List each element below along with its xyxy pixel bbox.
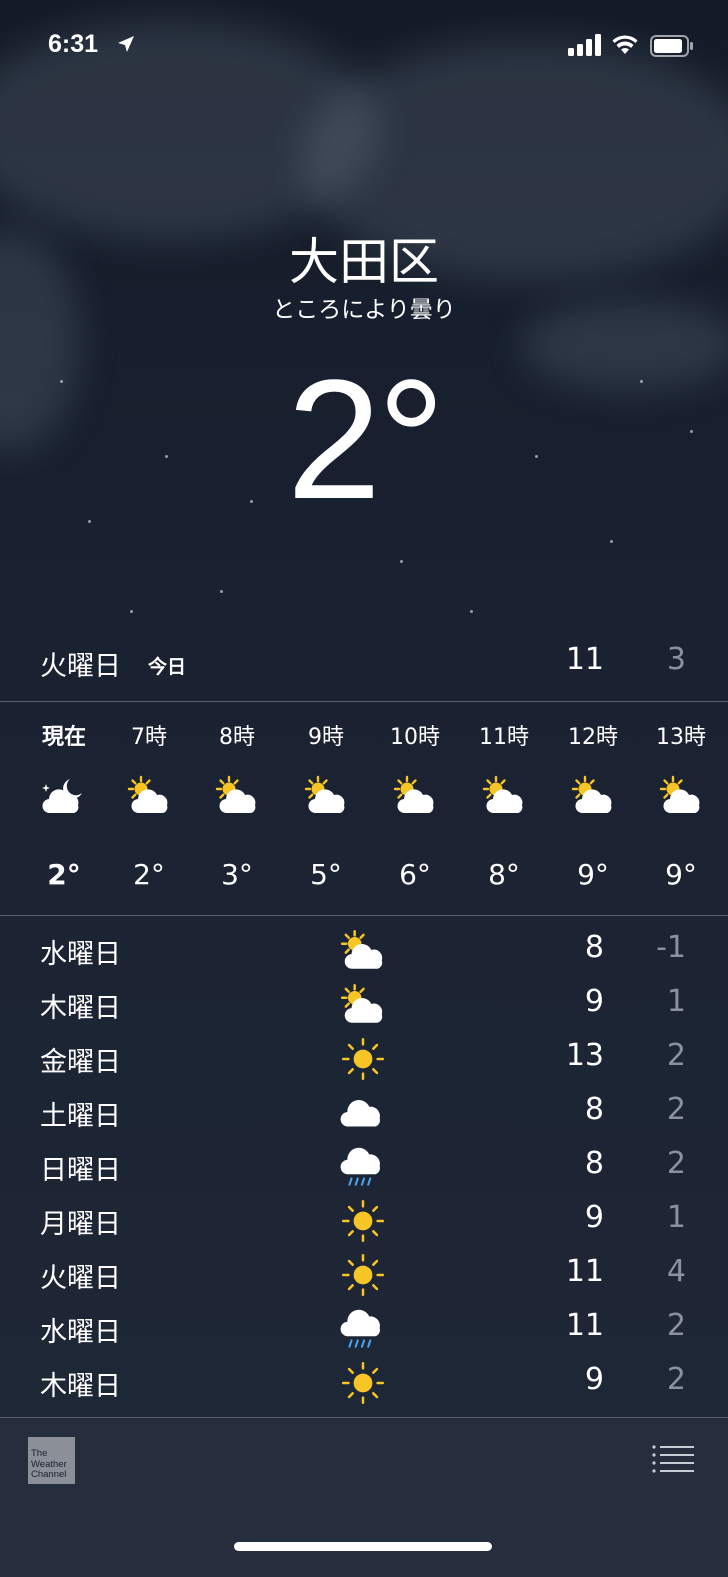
rain-icon [340,1147,380,1186]
daily-low: 2 [666,1092,686,1127]
status-time: 6:31 [48,30,99,58]
sun-cloud-icon [659,775,700,814]
sun-icon [341,1253,385,1297]
star [220,590,223,593]
today-row: 火曜日 今日 11 3 [0,640,728,700]
location-arrow-icon [118,36,134,52]
today-day: 火曜日 [40,651,121,682]
daily-high: 11 [565,1308,604,1343]
rain-icon [340,1309,380,1348]
hour-temp: 3° [221,858,253,891]
daily-low: 2 [666,1146,686,1181]
daily-day: 木曜日 [40,1371,121,1402]
daily-day: 火曜日 [40,1263,121,1294]
today-label: 今日 [148,656,187,678]
daily-row: 月曜日 9 1 [0,1194,728,1248]
logo-line: The [31,1448,48,1459]
sun-cloud-icon [482,775,523,814]
hour-label: 8時 [219,725,255,750]
star [130,610,133,613]
daily-day: 日曜日 [40,1155,121,1186]
today-low: 3 [666,642,686,677]
daily-high: 11 [565,1254,604,1289]
condition-text: ところにより曇り [272,297,456,323]
battery-icon [650,35,693,57]
sun-cloud-icon [393,775,434,814]
daily-high: 8 [584,1092,604,1127]
daily-row: 土曜日 8 2 [0,1086,728,1140]
daily-high: 13 [565,1038,604,1073]
divider [0,915,728,916]
cellular-signal-icon [568,34,601,56]
city-name: 大田区 [289,233,439,291]
current-temperature: 2° [286,345,446,535]
daily-low: -1 [656,930,686,965]
star [400,560,403,563]
hour-label: 7時 [131,725,167,750]
divider [0,701,728,702]
daily-low: 2 [666,1038,686,1073]
hour-temp: 8° [488,858,520,891]
cloud-icon [340,1100,380,1127]
hourly-forecast[interactable]: 現在 2° 7時 2° 8時 3° 9時 5° 10時 6° 11時 8° 12… [0,703,728,915]
hour-temp: 2° [47,858,81,891]
hour-temp: 9° [577,858,609,891]
daily-row: 水曜日 11 2 [0,1302,728,1356]
daily-high: 9 [584,1200,604,1235]
hour-label: 11時 [479,725,529,750]
hour-temp: 5° [310,858,342,891]
hour-temp: 2° [133,858,165,891]
hour-temp: 9° [665,858,697,891]
daily-low: 2 [666,1308,686,1343]
sun-icon [341,1361,385,1405]
daily-high: 9 [584,984,604,1019]
sun-cloud-icon [571,775,612,814]
daily-low: 4 [666,1254,686,1289]
daily-low: 1 [666,984,686,1019]
city-list-icon[interactable] [652,1444,694,1474]
hour-label: 10時 [390,725,440,750]
star [610,540,613,543]
daily-high: 8 [584,1146,604,1181]
daily-day: 水曜日 [40,939,121,970]
daily-low: 2 [666,1362,686,1397]
daily-day: 土曜日 [40,1101,121,1132]
daily-high: 9 [584,1362,604,1397]
wifi-icon [612,35,638,54]
hour-label: 12時 [568,725,618,750]
daily-row: 金曜日 13 2 [0,1032,728,1086]
star [470,610,473,613]
hour-temp: 6° [399,858,431,891]
daily-low: 1 [666,1200,686,1235]
daily-day: 水曜日 [40,1317,121,1348]
weather-channel-logo[interactable]: The Weather Channel [28,1437,75,1484]
daily-row: 日曜日 8 2 [0,1140,728,1194]
sun-cloud-icon [127,775,168,814]
logo-line: Channel [31,1469,67,1480]
daily-day: 月曜日 [40,1209,121,1240]
daily-forecast[interactable]: 水曜日 8 -1 木曜日 9 1 金曜日 13 2 土曜日 8 2 日曜日 8 … [0,918,728,1418]
daily-day: 金曜日 [40,1047,121,1078]
daily-high: 8 [584,930,604,965]
status-bar: 6:31 [0,0,728,90]
hour-label: 13時 [656,725,706,750]
daily-row: 火曜日 11 4 [0,1248,728,1302]
sun-icon [341,1037,385,1081]
divider [0,1417,728,1418]
daily-row: 木曜日 9 1 [0,978,728,1032]
sun-cloud-icon [215,775,256,814]
sun-cloud-icon [340,929,383,969]
today-high: 11 [565,642,604,677]
daily-row: 木曜日 9 2 [0,1356,728,1410]
sun-cloud-icon [340,983,383,1023]
footer-bar: The Weather Channel [0,1419,728,1577]
hour-label: 現在 [41,725,86,750]
sun-cloud-icon [304,775,345,814]
home-indicator[interactable] [234,1542,492,1551]
hour-label: 9時 [308,725,344,750]
daily-row: 水曜日 8 -1 [0,924,728,978]
daily-day: 木曜日 [40,993,121,1024]
moon-cloud-icon [42,779,82,814]
sun-icon [341,1199,385,1243]
